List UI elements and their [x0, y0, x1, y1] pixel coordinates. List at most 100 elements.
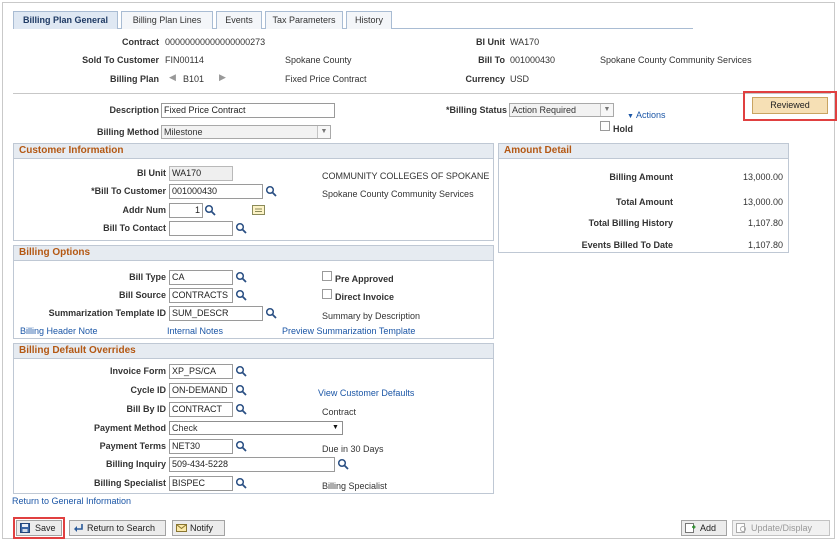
- actions-link[interactable]: ▼ Actions: [627, 110, 665, 120]
- add-icon: [685, 523, 696, 533]
- billing-header-note-link[interactable]: Billing Header Note: [20, 326, 98, 336]
- update-display-label: Update/Display: [751, 523, 813, 533]
- direct-invoice-checkbox[interactable]: [322, 289, 332, 299]
- payment-terms-desc: Due in 30 Days: [322, 444, 384, 454]
- ci-bi-unit-input: WA170: [169, 166, 233, 181]
- return-to-search-label: Return to Search: [87, 523, 156, 533]
- search-icon[interactable]: [265, 185, 277, 197]
- save-highlight: [13, 517, 65, 539]
- tab-history[interactable]: History: [346, 11, 392, 29]
- tab-bar: Billing Plan General Billing Plan Lines …: [13, 11, 693, 29]
- college-name: COMMUNITY COLLEGES OF SPOKANE: [322, 171, 490, 181]
- bill-to-customer-name: Spokane County Community Services: [322, 189, 474, 199]
- amount-label: Total Amount: [616, 197, 673, 207]
- customer-information-title: Customer Information: [14, 144, 493, 159]
- addr-num-input[interactable]: 1: [169, 203, 203, 218]
- update-display-icon: [736, 523, 746, 533]
- return-arrow-icon: [74, 524, 83, 532]
- header-bi-unit-label: BI Unit: [476, 37, 505, 47]
- billing-specialist-label: Billing Specialist: [93, 478, 166, 488]
- tab-tax-parameters[interactable]: Tax Parameters: [265, 11, 343, 29]
- bill-to-id: 001000430: [510, 55, 556, 65]
- billing-method-label: Billing Method: [97, 127, 159, 137]
- sold-to-name: Spokane County: [285, 55, 352, 65]
- chevron-down-icon: ▼: [600, 104, 613, 116]
- amount-value: 1,107.80: [747, 218, 783, 228]
- address-card-icon[interactable]: [252, 205, 265, 215]
- description-label: Description: [109, 105, 159, 115]
- pre-approved-checkbox[interactable]: [322, 271, 332, 281]
- amount-value: 13,000.00: [742, 197, 783, 207]
- billing-options-title: Billing Options: [14, 246, 493, 261]
- invoice-form-label: Invoice Form: [109, 366, 166, 376]
- return-to-search-button[interactable]: Return to Search: [69, 520, 166, 536]
- billing-status-value: Action Required: [512, 105, 577, 115]
- header-separator: [13, 93, 831, 94]
- bill-source-label: Bill Source: [118, 290, 166, 300]
- billing-specialist-input[interactable]: BISPEC: [169, 476, 233, 491]
- payment-method-select[interactable]: Check ▼: [169, 421, 343, 435]
- cycle-id-input[interactable]: ON-DEMAND: [169, 383, 233, 398]
- prev-plan-icon[interactable]: ◀: [169, 72, 176, 83]
- preview-template-link[interactable]: Preview Summarization Template: [282, 326, 415, 336]
- bill-to-customer-input[interactable]: 001000430: [169, 184, 263, 199]
- sold-to-label: Sold To Customer: [82, 55, 159, 65]
- amount-label: Events Billed To Date: [581, 240, 673, 250]
- search-icon[interactable]: [235, 440, 247, 452]
- search-icon[interactable]: [235, 365, 247, 377]
- direct-invoice-label: Direct Invoice: [335, 292, 395, 302]
- search-icon[interactable]: [235, 271, 247, 283]
- add-button[interactable]: Add: [681, 520, 727, 536]
- billing-overrides-box: Billing Default Overrides Invoice Form X…: [13, 343, 494, 494]
- summ-template-input[interactable]: SUM_DESCR: [169, 306, 263, 321]
- search-icon[interactable]: [265, 307, 277, 319]
- search-icon[interactable]: [235, 222, 247, 234]
- payment-method-value: Check: [172, 423, 198, 433]
- bill-type-input[interactable]: CA: [169, 270, 233, 285]
- return-to-general-link[interactable]: Return to General Information: [12, 496, 131, 506]
- update-display-button[interactable]: Update/Display: [732, 520, 830, 536]
- actions-caret-icon: ▼: [627, 113, 634, 120]
- billing-plan-label: Billing Plan: [109, 74, 159, 84]
- search-icon[interactable]: [235, 289, 247, 301]
- bill-by-input[interactable]: CONTRACT: [169, 402, 233, 417]
- internal-notes-link[interactable]: Internal Notes: [167, 326, 223, 336]
- bill-to-label: Bill To: [478, 55, 505, 65]
- billing-inquiry-label: Billing Inquiry: [106, 459, 166, 469]
- invoice-form-input[interactable]: XP_PS/CA: [169, 364, 233, 379]
- chevron-down-icon: ▼: [317, 126, 330, 138]
- search-icon[interactable]: [204, 204, 216, 216]
- hold-checkbox[interactable]: [600, 121, 610, 131]
- tab-events[interactable]: Events: [216, 11, 262, 29]
- tab-billing-plan-general[interactable]: Billing Plan General: [13, 11, 118, 29]
- billing-method-select[interactable]: Milestone ▼: [161, 125, 331, 139]
- notify-button[interactable]: Notify: [172, 520, 225, 536]
- bill-by-label: Bill By ID: [126, 404, 166, 414]
- billing-inquiry-input[interactable]: 509-434-5228: [169, 457, 335, 472]
- page-frame: Billing Plan General Billing Plan Lines …: [2, 2, 837, 539]
- bill-source-input[interactable]: CONTRACTS: [169, 288, 233, 303]
- chevron-down-icon: ▼: [329, 422, 342, 434]
- payment-method-label: Payment Method: [93, 423, 166, 433]
- description-input[interactable]: Fixed Price Contract: [161, 103, 335, 118]
- amount-detail-title: Amount Detail: [499, 144, 788, 159]
- search-icon[interactable]: [235, 477, 247, 489]
- cycle-id-label: Cycle ID: [130, 385, 166, 395]
- contract-value: 00000000000000000273: [165, 37, 266, 47]
- bill-to-contact-input[interactable]: [169, 221, 233, 236]
- search-icon[interactable]: [235, 384, 247, 396]
- payment-terms-input[interactable]: NET30: [169, 439, 233, 454]
- customer-information-box: Customer Information BI Unit WA170 COMMU…: [13, 143, 494, 241]
- notify-label: Notify: [190, 523, 214, 533]
- next-plan-icon[interactable]: ▶: [219, 72, 226, 83]
- billing-status-select[interactable]: Action Required ▼: [509, 103, 614, 117]
- billing-plan-value: B101: [183, 74, 205, 84]
- tab-billing-plan-lines[interactable]: Billing Plan Lines: [121, 11, 213, 29]
- amount-value: 1,107.80: [747, 240, 783, 250]
- payment-terms-label: Payment Terms: [99, 441, 166, 451]
- view-customer-defaults-link[interactable]: View Customer Defaults: [318, 388, 414, 398]
- search-icon[interactable]: [235, 403, 247, 415]
- contract-label: Contract: [121, 37, 159, 47]
- search-icon[interactable]: [337, 458, 349, 470]
- envelope-icon: [176, 524, 187, 532]
